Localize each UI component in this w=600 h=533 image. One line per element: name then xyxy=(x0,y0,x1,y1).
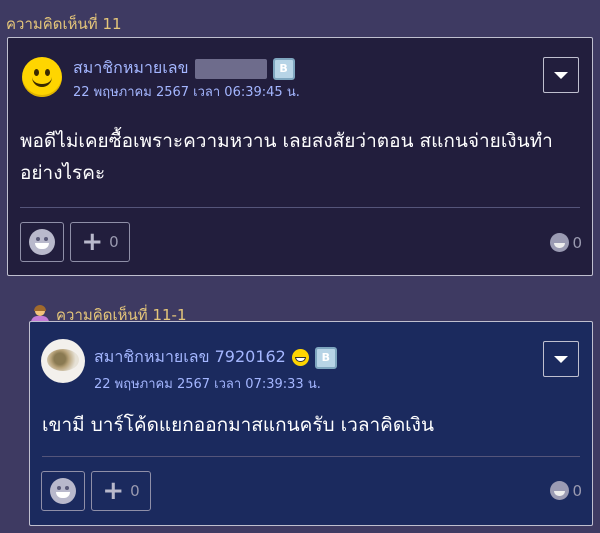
redacted-member-id xyxy=(194,58,267,79)
reply-author[interactable]: สมาชิกหมายเลข 7920162 B xyxy=(94,345,337,370)
laughing-emoji-icon xyxy=(291,349,309,366)
smile-face-icon xyxy=(29,229,55,255)
reply-menu-button[interactable] xyxy=(543,341,579,377)
chevron-down-icon xyxy=(554,71,568,79)
plus-vote-button[interactable]: + 0 xyxy=(91,471,151,511)
emotion-button[interactable] xyxy=(20,222,64,262)
comment-menu-button[interactable] xyxy=(543,57,579,93)
author-name[interactable]: สมาชิกหมายเลข 7920162 xyxy=(94,345,286,370)
smile-face-icon xyxy=(50,478,76,504)
emotion-tally[interactable]: 0 xyxy=(550,233,582,252)
comment-number-label: ความคิดเห็นที่ 11 xyxy=(6,15,122,33)
reply-body: เขามี บาร์โค้ดแยกออกมาสแกนครับ เวลาคิดเง… xyxy=(42,414,434,436)
divider xyxy=(42,456,580,457)
author-name[interactable]: สมาชิกหมายเลข xyxy=(73,56,189,81)
plus-vote-button[interactable]: + 0 xyxy=(70,222,130,262)
plus-icon: + xyxy=(81,227,104,257)
reply-card: สมาชิกหมายเลข 7920162 B 22 พฤษภาคม 2567 … xyxy=(29,321,593,526)
reply-timestamp: 22 พฤษภาคม 2567 เวลา 07:39:33 น. xyxy=(94,377,321,392)
emotion-count: 0 xyxy=(572,233,582,252)
chevron-down-icon xyxy=(554,355,568,363)
emotion-count: 0 xyxy=(572,481,582,500)
smiley-avatar-icon[interactable] xyxy=(22,57,62,97)
blog-badge-icon[interactable]: B xyxy=(272,57,295,80)
divider xyxy=(20,207,580,208)
emotion-button[interactable] xyxy=(41,471,85,511)
comment-timestamp: 22 พฤษภาคม 2567 เวลา 06:39:45 น. xyxy=(73,85,300,100)
emotion-tally[interactable]: 0 xyxy=(550,481,582,500)
comment-body: พอดีไม่เคยซื้อเพราะความหวาน เลยสงสัยว่าต… xyxy=(20,130,553,184)
food-photo-avatar[interactable] xyxy=(41,339,85,383)
plus-count: 0 xyxy=(130,482,140,500)
smile-face-icon xyxy=(550,481,570,500)
comment-author[interactable]: สมาชิกหมายเลข B xyxy=(73,56,295,81)
plus-count: 0 xyxy=(109,233,119,251)
plus-icon: + xyxy=(102,476,125,506)
comment-card: สมาชิกหมายเลข B 22 พฤษภาคม 2567 เวลา 06:… xyxy=(7,37,593,276)
blog-badge-icon[interactable]: B xyxy=(314,346,337,369)
smile-face-icon xyxy=(550,233,570,252)
